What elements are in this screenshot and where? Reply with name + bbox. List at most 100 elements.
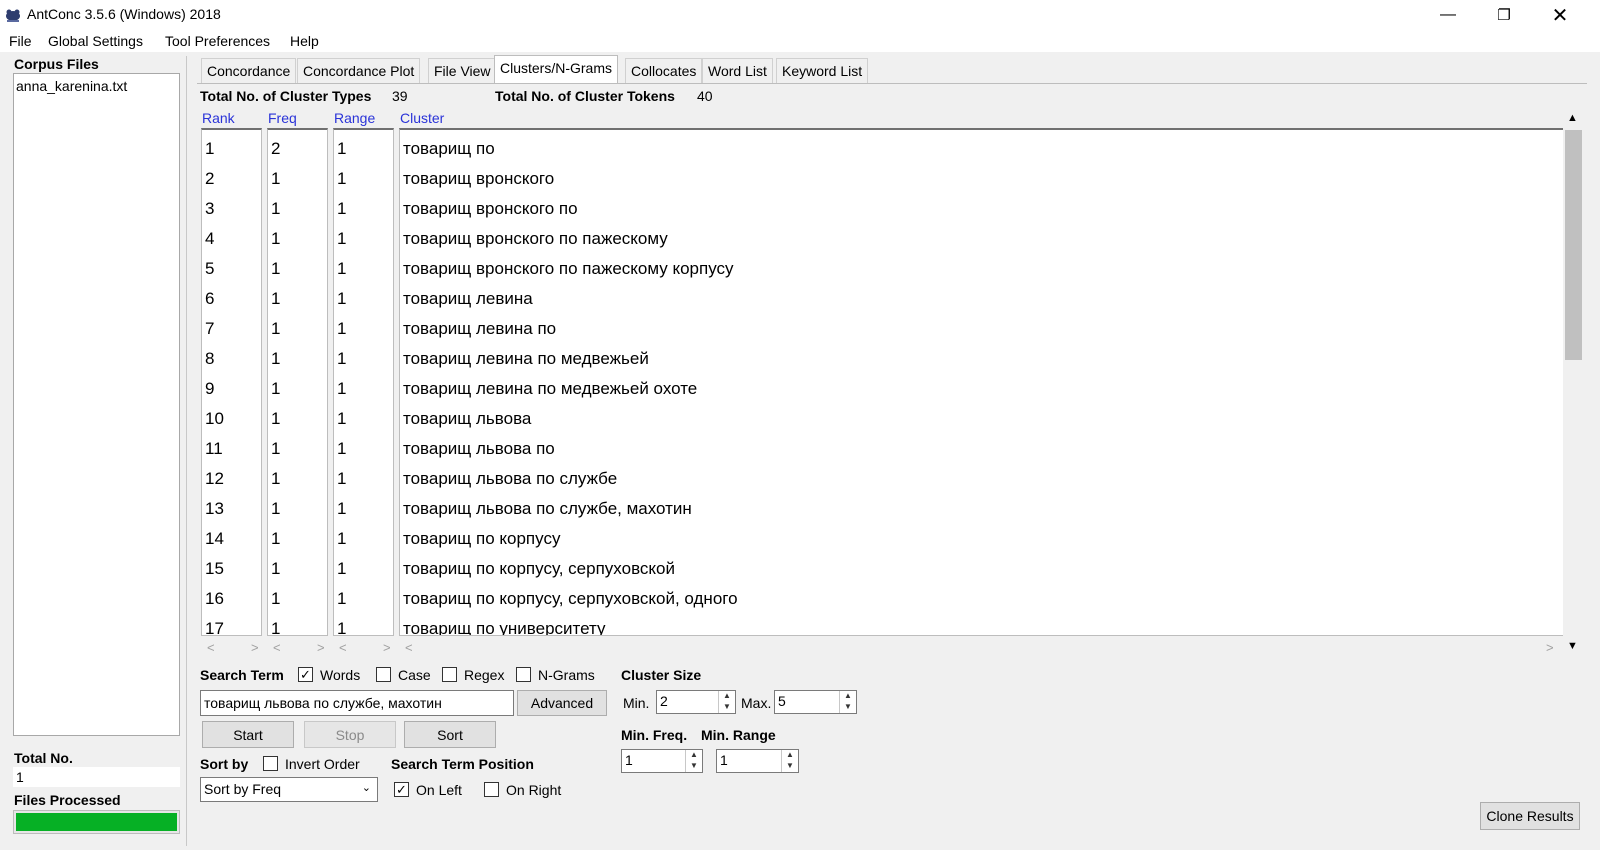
tab-collocates[interactable]: Collocates [625,58,703,83]
cluster-cell[interactable]: товарищ левина по медвежьей [403,344,649,374]
rank-cell[interactable]: 14 [205,524,224,554]
range-cell[interactable]: 1 [337,314,346,344]
cluster-cell[interactable]: товарищ по корпусу [403,524,560,554]
sort-button[interactable]: Sort [404,721,496,748]
range-column-header[interactable]: Range [334,110,375,126]
rank-column[interactable]: 1 2 3 4 5 6 7 8 9 10 11 12 13 14 15 16 17 [201,128,262,636]
cluster-cell[interactable]: товарищ львова по службе, махотин [403,494,692,524]
scroll-down-icon[interactable]: ▼ [1567,640,1578,652]
regex-checkbox[interactable] [442,667,457,682]
cluster-cell[interactable]: товарищ по [403,134,495,164]
rank-cell[interactable]: 12 [205,464,224,494]
freq-cell[interactable]: 1 [271,494,280,524]
rank-cell[interactable]: 15 [205,554,224,584]
freq-cell[interactable]: 1 [271,554,280,584]
rank-cell[interactable]: 7 [205,314,214,344]
range-cell[interactable]: 1 [337,434,346,464]
menu-global-settings[interactable]: Global Settings [48,33,143,49]
rank-cell[interactable]: 1 [205,134,214,164]
tab-concordance[interactable]: Concordance [201,58,297,83]
rank-column-header[interactable]: Rank [202,110,235,126]
stop-button[interactable]: Stop [304,721,396,748]
min-freq-spinner[interactable]: 1 ▲ ▼ [621,749,703,773]
freq-cell[interactable]: 1 [271,344,280,374]
cluster-cell[interactable]: товарищ левина [403,284,533,314]
rank-cell[interactable]: 8 [205,344,214,374]
freq-column-header[interactable]: Freq [268,110,297,126]
cluster-cell[interactable]: товарищ вронского по пажескому [403,224,668,254]
scroll-up-icon[interactable]: ▲ [1567,112,1578,124]
freq-cell[interactable]: 1 [271,584,280,614]
cluster-cell[interactable]: товарищ львова [403,404,531,434]
cluster-cell[interactable]: товарищ вронского по пажескому корпусу [403,254,734,284]
clone-results-button[interactable]: Clone Results [1480,802,1580,830]
corpus-file-item[interactable]: anna_karenina.txt [16,78,127,94]
cluster-scroll-left-icon[interactable]: < [405,640,413,655]
tab-clusters-ngrams[interactable]: Clusters/N-Grams [494,55,619,83]
cluster-cell[interactable]: товарищ по корпусу, серпуховской, одного [403,584,738,614]
cluster-column[interactable]: товарищ по товарищ вронского товарищ вронс… [399,128,1563,636]
min-size-spinner[interactable]: 2 ▲ ▼ [656,690,736,714]
spin-up-icon[interactable]: ▲ [686,750,702,761]
range-cell[interactable]: 1 [337,254,346,284]
on-right-checkbox[interactable] [484,782,499,797]
spin-up-icon[interactable]: ▲ [719,691,735,702]
range-cell[interactable]: 1 [337,194,346,224]
freq-cell[interactable]: 1 [271,194,280,224]
rank-cell[interactable]: 5 [205,254,214,284]
freq-scroll-left-icon[interactable]: < [273,640,281,655]
tab-concordance-plot[interactable]: Concordance Plot [297,58,421,83]
cluster-column-header[interactable]: Cluster [400,110,444,126]
rank-scroll-right-icon[interactable]: > [251,640,259,655]
corpus-files-list[interactable]: anna_karenina.txt [13,73,180,736]
search-input[interactable]: товарищ львова по службе, махотин [200,690,514,716]
rank-cell[interactable]: 17 [205,614,224,635]
range-cell[interactable]: 1 [337,494,346,524]
on-left-checkbox[interactable]: ✓ [394,782,409,797]
minimize-button[interactable]: — [1420,0,1476,30]
freq-cell[interactable]: 1 [271,314,280,344]
close-button[interactable]: ✕ [1532,0,1588,30]
min-size-stepper[interactable]: ▲ ▼ [718,691,735,713]
min-range-stepper[interactable]: ▲ ▼ [781,750,798,772]
freq-cell[interactable]: 2 [271,134,280,164]
spin-down-icon[interactable]: ▼ [686,761,702,772]
freq-cell[interactable]: 1 [271,524,280,554]
start-button[interactable]: Start [202,721,294,748]
freq-cell[interactable]: 1 [271,224,280,254]
freq-cell[interactable]: 1 [271,284,280,314]
rank-cell[interactable]: 9 [205,374,214,404]
range-cell[interactable]: 1 [337,134,346,164]
spin-down-icon[interactable]: ▼ [782,761,798,772]
range-scroll-right-icon[interactable]: > [383,640,391,655]
rank-cell[interactable]: 4 [205,224,214,254]
freq-cell[interactable]: 1 [271,374,280,404]
freq-cell[interactable]: 1 [271,464,280,494]
spin-up-icon[interactable]: ▲ [782,750,798,761]
tab-keyword-list[interactable]: Keyword List [776,58,869,83]
min-freq-stepper[interactable]: ▲ ▼ [685,750,702,772]
tab-file-view[interactable]: File View [428,58,497,83]
range-column[interactable]: 11111111111111111 [333,128,394,636]
cluster-cell[interactable]: товарищ львова по [403,434,555,464]
cluster-scroll-right-icon[interactable]: > [1546,640,1554,655]
range-cell[interactable]: 1 [337,584,346,614]
range-cell[interactable]: 1 [337,374,346,404]
menu-file[interactable]: File [9,33,32,49]
range-cell[interactable]: 1 [337,284,346,314]
rank-cell[interactable]: 2 [205,164,214,194]
menu-help[interactable]: Help [290,33,319,49]
cluster-cell[interactable]: товарищ львова по службе [403,464,617,494]
cluster-cell[interactable]: товарищ левина по медвежьей охоте [403,374,697,404]
rank-cell[interactable]: 11 [205,434,223,464]
spin-down-icon[interactable]: ▼ [840,702,856,713]
invert-order-checkbox[interactable] [263,756,278,771]
words-checkbox[interactable]: ✓ [298,667,313,682]
freq-column[interactable]: 21111111111111111 [267,128,328,636]
rank-cell[interactable]: 6 [205,284,214,314]
spin-down-icon[interactable]: ▼ [719,702,735,713]
sort-by-select[interactable]: Sort by Freq ⌄ [200,777,378,802]
rank-cell[interactable]: 3 [205,194,214,224]
scrollbar-thumb[interactable] [1565,130,1582,360]
range-cell[interactable]: 1 [337,164,346,194]
